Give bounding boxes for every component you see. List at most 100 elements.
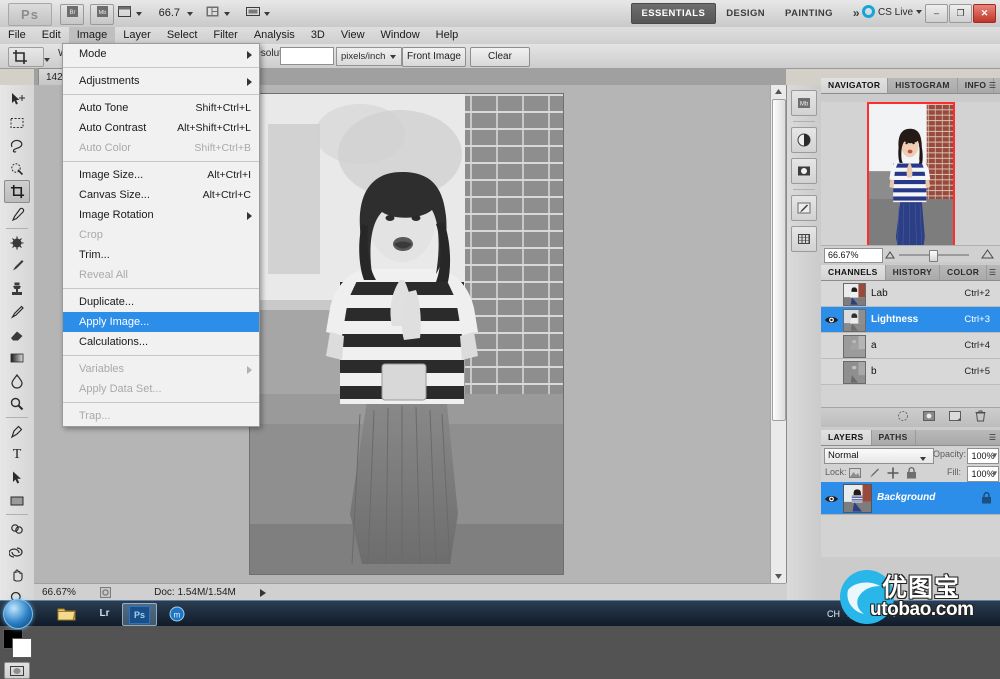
rectangle-tool[interactable] — [4, 489, 30, 512]
menu-item-adjustments[interactable]: Adjustments — [63, 71, 259, 91]
channel-visibility-toggle[interactable] — [823, 337, 840, 354]
history-brush-tool[interactable] — [4, 300, 30, 323]
crop-resolution-input[interactable] — [280, 47, 334, 65]
layer-visibility-toggle[interactable] — [823, 490, 840, 507]
clear-button[interactable]: Clear — [470, 47, 530, 67]
menu-layer[interactable]: Layer — [115, 27, 159, 44]
lock-position-icon[interactable] — [887, 467, 899, 482]
menu-item-image-rotation[interactable]: Image Rotation — [63, 205, 259, 225]
mini-bridge-icon[interactable]: Mb — [90, 4, 114, 25]
menu-item-mode[interactable]: Mode — [63, 44, 259, 64]
resolution-unit-select[interactable]: pixels/inch — [336, 47, 402, 66]
canvas-scrollbar-thumb[interactable] — [772, 99, 786, 421]
tab-layers[interactable]: LAYERS — [821, 430, 872, 445]
create-new-channel-icon[interactable] — [949, 410, 961, 425]
image-menu-dropdown[interactable]: Mode Adjustments Auto Tone Shift+Ctrl+L … — [62, 43, 260, 427]
type-tool[interactable]: T — [4, 443, 30, 466]
document-image[interactable] — [250, 94, 563, 574]
blend-mode-select[interactable]: Normal — [824, 448, 934, 464]
channel-row-lab[interactable]: Lab Ctrl+2 — [821, 281, 1000, 307]
tab-channels[interactable]: CHANNELS — [821, 265, 886, 280]
zoom-out-icon[interactable] — [885, 250, 895, 262]
menu-window[interactable]: Window — [373, 27, 428, 44]
menu-edit[interactable]: Edit — [34, 27, 69, 44]
load-channel-as-selection-icon[interactable] — [897, 410, 909, 425]
canvas-vertical-scrollbar[interactable] — [770, 85, 786, 583]
menu-item-image-size[interactable]: Image Size... Alt+Ctrl+I — [63, 165, 259, 185]
lock-all-icon[interactable] — [906, 467, 917, 482]
menu-select[interactable]: Select — [159, 27, 206, 44]
workspace-painting[interactable]: PAINTING — [775, 4, 843, 23]
brush-tool[interactable] — [4, 254, 30, 277]
pen-tool[interactable] — [4, 420, 30, 443]
workspace-switcher[interactable]: ESSENTIALS DESIGN PAINTING » — [631, 4, 870, 23]
navigator-zoom-value[interactable]: 66.67% — [824, 248, 883, 263]
channel-row-b[interactable]: b Ctrl+5 — [821, 359, 1000, 385]
opacity-stepper-icon[interactable]: ▾ — [992, 450, 997, 461]
menu-file[interactable]: File — [0, 27, 34, 44]
menu-item-calculations[interactable]: Calculations... — [63, 332, 259, 352]
window-controls[interactable]: – ❐ ✕ — [925, 4, 996, 23]
gradient-tool[interactable] — [4, 346, 30, 369]
status-menu-icon[interactable] — [256, 584, 270, 601]
menu-help[interactable]: Help — [428, 27, 467, 44]
channels-panel-tabs[interactable]: CHANNELS HISTORY COLOR ☰ — [821, 265, 1000, 281]
menu-item-auto-contrast[interactable]: Auto Contrast Alt+Shift+Ctrl+L — [63, 118, 259, 138]
lock-transparent-pixels-icon[interactable] — [849, 467, 861, 482]
3d-camera-rotate-tool[interactable] — [4, 540, 30, 563]
scroll-up-icon[interactable] — [773, 86, 783, 97]
navigator-panel-tabs[interactable]: NAVIGATOR HISTOGRAM INFO ☰ — [821, 78, 1000, 94]
messenger-taskbar-icon[interactable]: m — [160, 603, 193, 624]
tab-history[interactable]: HISTORY — [886, 265, 940, 280]
screen-mode-icon[interactable] — [240, 4, 276, 23]
view-extras-icon[interactable] — [112, 4, 148, 23]
workspace-essentials[interactable]: ESSENTIALS — [631, 3, 717, 24]
hand-tool[interactable] — [4, 563, 30, 586]
navigator-panel-menu-icon[interactable]: ☰ — [989, 81, 996, 90]
crop-tool[interactable] — [4, 180, 30, 203]
menu-analysis[interactable]: Analysis — [246, 27, 303, 44]
channels-panel-menu-icon[interactable]: ☰ — [989, 268, 996, 277]
eraser-tool[interactable] — [4, 323, 30, 346]
color-swatches[interactable] — [2, 628, 32, 658]
channel-visibility-toggle[interactable] — [823, 311, 840, 328]
status-zoom[interactable]: 66.67% — [42, 584, 94, 601]
tab-navigator[interactable]: NAVIGATOR — [821, 78, 888, 93]
cs-live-button[interactable]: CS Live — [862, 5, 922, 18]
crop-tool-icon[interactable] — [8, 47, 44, 67]
arrange-documents-icon[interactable] — [200, 4, 236, 23]
zoom-dropdown-icon[interactable] — [182, 4, 198, 23]
layer-row-background[interactable]: Background — [821, 482, 1000, 515]
zoom-level-value[interactable]: 66.7 — [146, 4, 180, 23]
channel-row-lightness[interactable]: Lightness Ctrl+3 — [821, 307, 1000, 333]
menu-item-apply-image[interactable]: Apply Image... — [63, 312, 259, 332]
restore-button[interactable]: ❐ — [949, 4, 972, 23]
menu-item-trim[interactable]: Trim... — [63, 245, 259, 265]
dodge-tool[interactable] — [4, 392, 30, 415]
layers-panel-menu-icon[interactable]: ☰ — [989, 433, 996, 442]
quick-mask-icon[interactable] — [4, 662, 30, 679]
channel-visibility-toggle[interactable] — [823, 285, 840, 302]
lasso-tool[interactable] — [4, 134, 30, 157]
scroll-down-icon[interactable] — [773, 571, 783, 582]
close-button[interactable]: ✕ — [973, 4, 996, 23]
minimize-button[interactable]: – — [925, 4, 948, 23]
menu-item-duplicate[interactable]: Duplicate... — [63, 292, 259, 312]
front-image-button[interactable]: Front Image — [402, 47, 466, 67]
photoshop-taskbar-icon[interactable]: Ps — [122, 603, 157, 626]
channel-row-a[interactable]: a Ctrl+4 — [821, 333, 1000, 359]
history-icon[interactable] — [791, 195, 817, 221]
tab-histogram[interactable]: HISTOGRAM — [888, 78, 958, 93]
lightroom-taskbar-icon[interactable]: Lr — [88, 603, 121, 624]
fill-stepper-icon[interactable]: ▾ — [992, 468, 997, 479]
rectangular-marquee-tool[interactable] — [4, 111, 30, 134]
menu-view[interactable]: View — [333, 27, 373, 44]
background-color-swatch[interactable] — [12, 638, 32, 658]
zoom-in-icon[interactable] — [981, 249, 994, 262]
crop-preset-dropdown-icon[interactable] — [40, 50, 54, 69]
layers-panel-tabs[interactable]: LAYERS PATHS ☰ — [821, 430, 1000, 446]
navigator-thumbnail[interactable] — [867, 102, 955, 258]
3d-object-rotate-tool[interactable] — [4, 517, 30, 540]
menu-3d[interactable]: 3D — [303, 27, 333, 44]
blur-tool[interactable] — [4, 369, 30, 392]
